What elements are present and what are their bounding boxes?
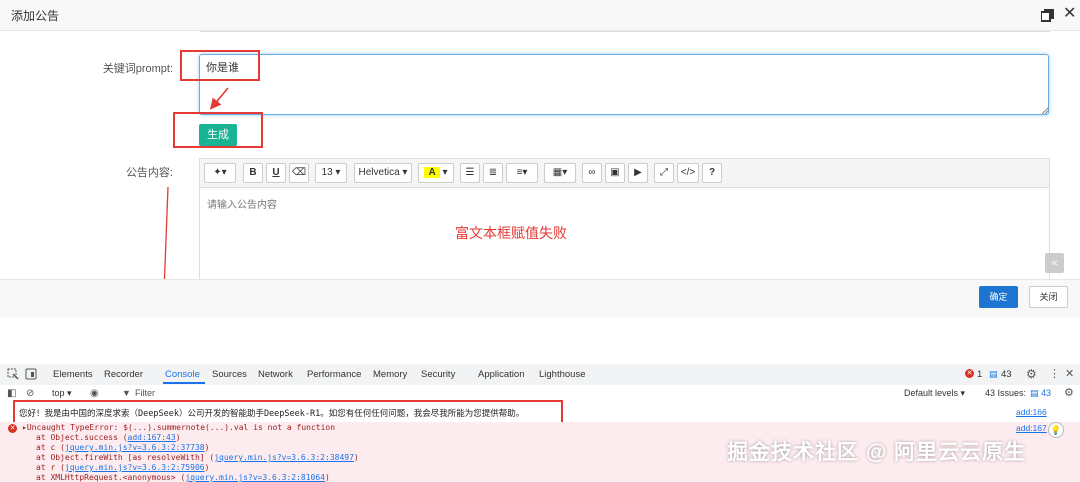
- stack-frame: at Object.success (add:167:43): [36, 433, 181, 442]
- prompt-textarea[interactable]: [199, 54, 1049, 115]
- filter-input[interactable]: Filter: [135, 388, 155, 398]
- resize-grip-icon[interactable]: [1042, 107, 1049, 114]
- code-view-icon[interactable]: </>: [677, 163, 699, 183]
- modal-header: [0, 0, 1080, 31]
- error-message[interactable]: ▸Uncaught TypeError: $(...).summernote(.…: [22, 423, 335, 432]
- device-toolbar-icon[interactable]: [25, 368, 37, 380]
- tab-performance[interactable]: Performance: [307, 369, 361, 380]
- font-size-dropdown[interactable]: 13 ▾: [315, 163, 347, 183]
- tab-sources[interactable]: Sources: [212, 369, 247, 380]
- stack-link[interactable]: jquery.min.js?v=3.6.3:2:37738: [65, 443, 205, 452]
- editor-placeholder: 请输入公告内容: [207, 200, 277, 211]
- content-label: 公告内容:: [125, 167, 173, 179]
- underline-button[interactable]: U: [266, 163, 286, 183]
- error-source-link[interactable]: add:167: [1016, 423, 1047, 433]
- context-value: top: [52, 388, 65, 398]
- tab-elements[interactable]: Elements: [53, 369, 93, 380]
- error-icon: ✕: [965, 369, 974, 378]
- font-size-value: 13: [321, 167, 333, 178]
- close-button[interactable]: 关闭: [1029, 286, 1068, 308]
- eraser-icon[interactable]: ⌫: [289, 163, 309, 183]
- stack-link[interactable]: add:167:43: [128, 433, 176, 442]
- table-dropdown[interactable]: ▦▾: [544, 163, 576, 183]
- issues-label[interactable]: 43 Issues:: [985, 388, 1026, 398]
- stack-frame: at Object.fireWith [as resolveWith] (jqu…: [36, 453, 359, 462]
- close-icon[interactable]: ✕: [1063, 6, 1076, 22]
- devtools-close-icon[interactable]: ✕: [1065, 367, 1074, 380]
- maximize-icon[interactable]: [1041, 9, 1054, 22]
- color-sample: A: [424, 167, 440, 178]
- tab-application[interactable]: Application: [478, 369, 524, 380]
- divider: [200, 31, 1050, 32]
- text-color-button[interactable]: A ▾: [418, 163, 454, 183]
- ordered-list-icon[interactable]: ≣: [483, 163, 503, 183]
- issues-icon: ▤: [1030, 388, 1039, 398]
- stack-frame: at c (jquery.min.js?v=3.6.3:2:37738): [36, 443, 210, 452]
- video-icon[interactable]: ▶: [628, 163, 648, 183]
- issues-count[interactable]: 43: [1041, 388, 1051, 398]
- message-count[interactable]: 43: [1001, 369, 1012, 380]
- context-select[interactable]: top ▾: [52, 388, 72, 399]
- magic-wand-dropdown[interactable]: ✦▾: [204, 163, 236, 183]
- message-icon: ▤: [989, 369, 998, 379]
- log-source-link[interactable]: add:166: [1016, 407, 1047, 417]
- watermark: 掘金技术社区 @ 阿里云云原生: [727, 441, 1027, 464]
- tab-console[interactable]: Console: [165, 369, 200, 380]
- scroll-to-top-button[interactable]: «: [1045, 253, 1064, 273]
- console-settings-gear-icon[interactable]: ⚙: [1064, 386, 1074, 399]
- font-family-dropdown[interactable]: Helvetica ▾: [354, 163, 412, 183]
- log-levels-value: Default levels: [904, 388, 959, 398]
- image-icon[interactable]: ▣: [605, 163, 625, 183]
- callout-generate-box: [173, 112, 263, 148]
- help-icon[interactable]: ?: [702, 163, 722, 183]
- modal-footer: [0, 279, 1080, 318]
- settings-gear-icon[interactable]: ⚙: [1026, 367, 1037, 381]
- error-row-icon: ✕: [8, 424, 17, 433]
- sidebar-toggle-icon[interactable]: ◧: [7, 388, 16, 399]
- prompt-label: 关键词prompt:: [102, 63, 173, 75]
- stack-frame: at r (jquery.min.js?v=3.6.3:2:75906): [36, 463, 210, 472]
- link-icon[interactable]: ∞: [582, 163, 602, 183]
- tab-memory[interactable]: Memory: [373, 369, 407, 380]
- inspect-element-icon[interactable]: [7, 368, 19, 380]
- stack-link[interactable]: jquery.min.js?v=3.6.3:2:75906: [65, 463, 205, 472]
- confirm-button[interactable]: 确定: [979, 286, 1018, 308]
- tab-security[interactable]: Security: [421, 369, 455, 380]
- modal-title: 添加公告: [11, 9, 60, 23]
- error-count[interactable]: 1: [977, 369, 982, 380]
- unordered-list-icon[interactable]: ☰: [460, 163, 480, 183]
- active-tab-indicator: [163, 382, 205, 384]
- fullscreen-icon[interactable]: ⤢: [654, 163, 674, 183]
- clear-console-icon[interactable]: ⊘: [26, 388, 34, 399]
- tab-lighthouse[interactable]: Lighthouse: [539, 369, 585, 380]
- stack-link[interactable]: jquery.min.js?v=3.6.3:2:38497: [214, 453, 354, 462]
- callout-console-box: [13, 400, 563, 424]
- annotation-text: 富文本框赋值失败: [455, 225, 567, 241]
- log-levels-select[interactable]: Default levels ▾: [904, 388, 965, 399]
- filter-icon: ▼: [122, 388, 131, 398]
- lightbulb-icon[interactable]: 💡: [1048, 422, 1064, 438]
- more-options-icon[interactable]: ⋮: [1049, 367, 1060, 380]
- tab-recorder[interactable]: Recorder: [104, 369, 143, 380]
- font-family-value: Helvetica: [358, 167, 400, 178]
- callout-prompt-box: [180, 50, 260, 81]
- tab-network[interactable]: Network: [258, 369, 293, 380]
- paragraph-align-dropdown[interactable]: ≡▾: [506, 163, 538, 183]
- live-expression-eye-icon[interactable]: ◉: [90, 388, 99, 399]
- bold-button[interactable]: B: [243, 163, 263, 183]
- page-background: [0, 318, 1080, 364]
